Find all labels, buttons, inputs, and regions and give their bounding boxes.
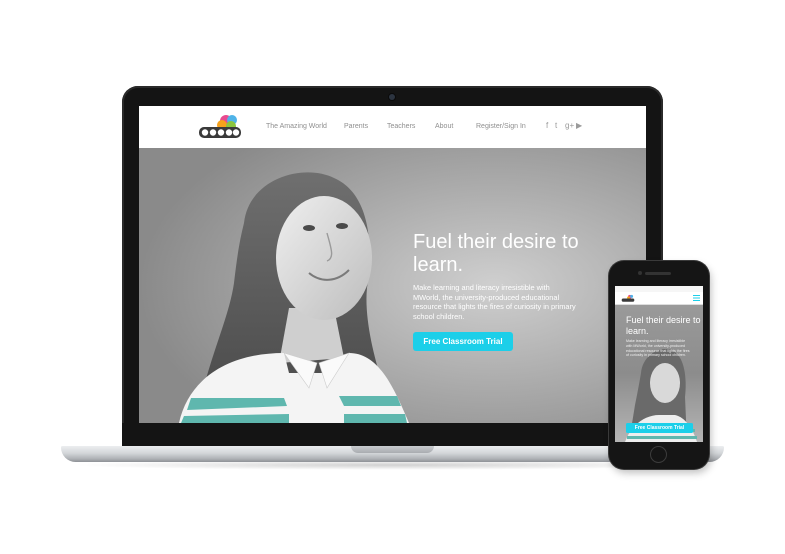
webcam: [389, 94, 395, 100]
facebook-icon[interactable]: f: [546, 121, 548, 130]
twitter-icon[interactable]: t: [555, 121, 557, 130]
phone-hero-headline: Fuel their desire to learn.: [626, 315, 701, 336]
nav-item-parents[interactable]: Parents: [344, 123, 368, 130]
home-button[interactable]: [650, 446, 667, 463]
mworld-logo[interactable]: [620, 294, 636, 303]
nav-item-teachers[interactable]: Teachers: [387, 123, 415, 130]
youtube-icon[interactable]: ▶: [576, 121, 582, 130]
free-classroom-trial-button[interactable]: Free Classroom Trial: [413, 332, 513, 351]
laptop-notch: [351, 446, 434, 453]
nav-item-amazing-world[interactable]: The Amazing World: [266, 123, 327, 130]
hero-description: Make learning and literacy irresistible …: [413, 283, 576, 321]
phone-free-classroom-trial-button[interactable]: Free Classroom Trial: [626, 423, 693, 433]
google-plus-icon[interactable]: g+: [565, 121, 574, 130]
phone-hero-description: Make learning and literacy irresistible …: [626, 339, 690, 358]
nav-item-about[interactable]: About: [435, 123, 453, 130]
laptop-screen: The Amazing World Parents Teachers About…: [139, 106, 646, 423]
phone-screen: Fuel their desire to learn. Make learnin…: [615, 286, 703, 442]
hero-section: Fuel their desire to learn. Make learnin…: [139, 148, 646, 423]
mworld-logo[interactable]: [196, 112, 244, 142]
phone-hero-section: Fuel their desire to learn. Make learnin…: [615, 305, 703, 442]
hamburger-menu-icon[interactable]: [693, 295, 700, 301]
site-navbar: The Amazing World Parents Teachers About…: [139, 106, 646, 149]
laptop-chin: [122, 423, 663, 447]
phone-navbar: [615, 292, 703, 305]
hero-headline: Fuel their desire to learn.: [413, 231, 579, 276]
phone-speaker: [645, 272, 671, 275]
nav-item-register-sign-in[interactable]: Register/Sign In: [476, 123, 526, 130]
phone-camera: [638, 271, 642, 275]
